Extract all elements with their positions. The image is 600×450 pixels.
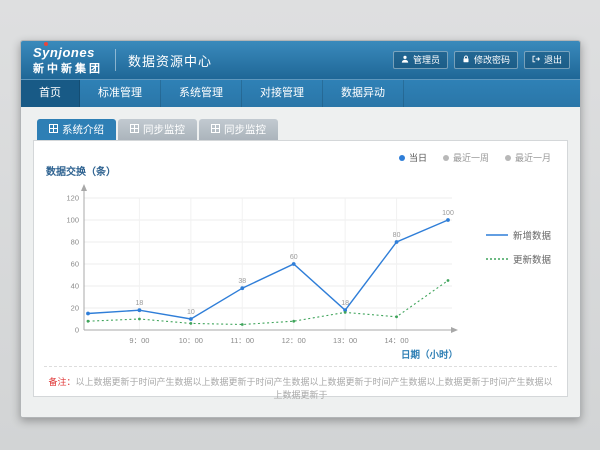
change-password-button[interactable]: 修改密码 [454, 51, 518, 69]
logout-button[interactable]: 退出 [524, 51, 570, 69]
header-actions: 管理员 修改密码 退出 [393, 51, 580, 69]
main-nav: 首页 标准管理 系统管理 对接管理 数据异动 [21, 79, 580, 107]
svg-text:14：00: 14：00 [384, 336, 408, 345]
logo-accent-dot [44, 42, 48, 46]
filter-last-week[interactable]: 最近一周 [443, 151, 489, 164]
legend-update-data[interactable]: 更新数据 [486, 252, 551, 266]
solid-line-icon [486, 230, 508, 241]
svg-text:20: 20 [71, 304, 79, 313]
company-name: 新中新集团 [33, 64, 103, 75]
brand: Synjones 新中新集团 [21, 45, 103, 75]
app-window: Synjones 新中新集团 数据资源中心 管理员 修改密码 退出 首页 标准管… [20, 40, 581, 418]
legend-update-data-label: 更新数据 [513, 252, 551, 266]
nav-item-system-mgmt[interactable]: 系统管理 [161, 80, 242, 107]
svg-text:日期（小时）: 日期（小时） [401, 349, 458, 361]
lock-icon [462, 55, 470, 65]
svg-text:60: 60 [290, 254, 298, 261]
grid-icon [211, 124, 220, 136]
tab-bar: 系统介绍 同步监控 同步监控 [37, 119, 568, 140]
legend-dot [399, 155, 405, 161]
legend-new-data[interactable]: 新增数据 [486, 228, 551, 242]
series-legend: 新增数据 更新数据 [486, 228, 551, 266]
svg-text:40: 40 [71, 282, 79, 291]
admin-button[interactable]: 管理员 [393, 51, 448, 69]
tab-label: 同步监控 [143, 122, 185, 137]
svg-text:120: 120 [66, 194, 79, 203]
admin-button-label: 管理员 [413, 56, 440, 65]
app-header: Synjones 新中新集团 数据资源中心 管理员 修改密码 退出 [21, 41, 580, 79]
nav-item-data-change[interactable]: 数据异动 [323, 80, 404, 107]
svg-text:60: 60 [71, 260, 79, 269]
svg-text:18: 18 [341, 300, 349, 307]
logo: Synjones [33, 45, 95, 61]
filter-last-month-label: 最近一月 [515, 151, 551, 164]
logout-label: 退出 [544, 56, 562, 65]
svg-text:9：00: 9：00 [129, 336, 149, 345]
grid-icon [49, 124, 58, 136]
logo-text: Synjones [33, 45, 95, 60]
chart-row: 0 20 40 60 80 100 120 9：00 10：00 11：00 12：00 13：00 1… [44, 180, 557, 366]
svg-text:80: 80 [393, 232, 401, 239]
note-text: 以上数据更新于时间产生数据以上数据更新于时间产生数据以上数据更新于时间产生数据以… [76, 377, 553, 400]
tab-sync-monitor-2[interactable]: 同步监控 [199, 119, 278, 140]
chart-filter-legend: 当日 最近一周 最近一月 [399, 151, 551, 164]
svg-text:80: 80 [71, 238, 79, 247]
change-password-label: 修改密码 [474, 56, 510, 65]
svg-text:12：00: 12：00 [282, 336, 306, 345]
filter-last-week-label: 最近一周 [453, 151, 489, 164]
nav-item-integration-mgmt[interactable]: 对接管理 [242, 80, 323, 107]
svg-text:13：00: 13：00 [333, 336, 357, 345]
svg-text:0: 0 [75, 326, 79, 335]
tab-label: 同步监控 [224, 122, 266, 137]
svg-text:100: 100 [442, 210, 454, 217]
legend-dot [443, 155, 449, 161]
svg-text:100: 100 [66, 216, 79, 225]
nav-item-home[interactable]: 首页 [21, 80, 80, 107]
logout-icon [532, 55, 540, 65]
svg-text:18: 18 [136, 300, 144, 307]
grid-icon [130, 124, 139, 136]
svg-text:38: 38 [238, 278, 246, 285]
page-title: 数据资源中心 [128, 51, 212, 70]
filter-today[interactable]: 当日 [399, 151, 427, 164]
line-chart: 0 20 40 60 80 100 120 9：00 10：00 11：00 12：00 13：00 1… [44, 180, 484, 366]
chart-y-axis-title: 数据交换（条） [46, 163, 557, 178]
legend-new-data-label: 新增数据 [513, 228, 551, 242]
footnote: 备注：以上数据更新于时间产生数据以上数据更新于时间产生数据以上数据更新于时间产生… [44, 366, 557, 407]
tab-system-intro[interactable]: 系统介绍 [37, 119, 116, 140]
content-area: 系统介绍 同步监控 同步监控 当日 最近一周 [21, 107, 580, 418]
filter-last-month[interactable]: 最近一月 [505, 151, 551, 164]
legend-dot [505, 155, 511, 161]
header-divider [115, 49, 116, 71]
user-icon [401, 55, 409, 65]
svg-text:10: 10 [187, 309, 195, 316]
filter-today-label: 当日 [409, 151, 427, 164]
dotted-line-icon [486, 254, 508, 265]
note-prefix: 备注： [48, 377, 75, 387]
tab-label: 系统介绍 [62, 122, 104, 137]
svg-text:11：00: 11：00 [230, 336, 254, 345]
tab-sync-monitor-1[interactable]: 同步监控 [118, 119, 197, 140]
nav-item-standard-mgmt[interactable]: 标准管理 [80, 80, 161, 107]
chart-panel: 当日 最近一周 最近一月 数据交换（条） 0 20 40 60 80 100 120 9：00… [33, 140, 568, 397]
svg-text:10：00: 10：00 [179, 336, 203, 345]
